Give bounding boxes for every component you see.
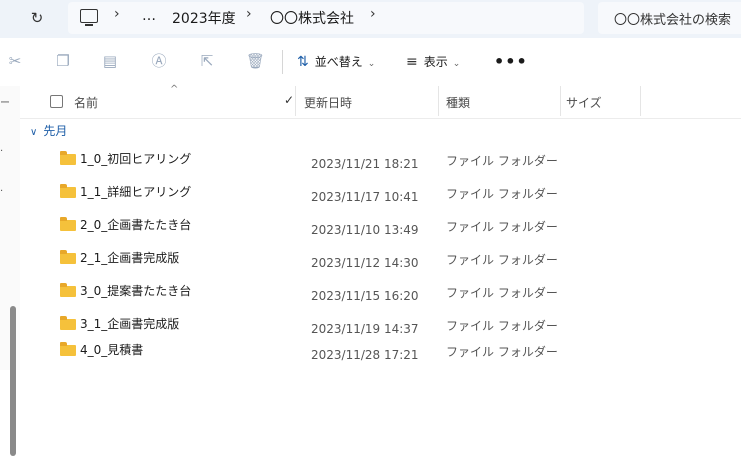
column-header-row: 名前 ^ ✓ 更新日時 種類 サイズ	[20, 84, 741, 119]
column-header-modified[interactable]: 更新日時	[304, 94, 352, 111]
column-divider[interactable]	[438, 86, 439, 116]
scrollbar-thumb[interactable]	[10, 306, 16, 456]
file-modified: 2023/11/10 13:49	[311, 223, 419, 237]
folder-icon	[60, 184, 76, 198]
file-modified: 2023/11/15 16:20	[311, 289, 419, 303]
paste-icon[interactable]: ▤	[101, 52, 119, 70]
list-view-icon: ≡	[406, 54, 418, 70]
rename-icon[interactable]: Ⓐ	[150, 52, 168, 70]
file-modified: 2023/11/17 10:41	[311, 190, 419, 204]
folder-icon	[60, 283, 76, 297]
address-bar: ↻ › … 2023年度 › 〇〇株式会社 › 〇〇株式会社の検索	[0, 0, 741, 38]
navigation-pane-edge: ー · ·	[0, 86, 20, 456]
file-type: ファイル フォルダー	[446, 220, 558, 234]
column-divider[interactable]	[640, 86, 641, 116]
group-label: 先月	[43, 124, 68, 138]
chevron-right-icon[interactable]: ›	[370, 6, 376, 22]
list-item[interactable]: 4_0_見積書 2023/11/28 17:21 ファイル フォルダー	[20, 337, 741, 370]
folder-icon	[60, 316, 76, 330]
file-type: ファイル フォルダー	[446, 345, 558, 359]
computer-icon[interactable]	[80, 9, 98, 26]
column-header-type[interactable]: 種類	[446, 94, 470, 111]
group-header-last-month[interactable]: ∨ 先月	[30, 122, 67, 140]
breadcrumb-item-2023[interactable]: 2023年度	[172, 8, 236, 28]
file-name[interactable]: 1_0_初回ヒアリング	[80, 150, 191, 167]
nav-item-fragment[interactable]: ·	[0, 186, 3, 197]
chevron-right-icon[interactable]: ›	[114, 6, 120, 22]
file-name[interactable]: 4_0_見積書	[80, 341, 143, 358]
breadcrumb-item-company[interactable]: 〇〇株式会社	[270, 8, 354, 28]
chevron-right-icon[interactable]: ›	[246, 6, 252, 22]
file-type: ファイル フォルダー	[446, 253, 558, 267]
column-divider[interactable]	[560, 86, 561, 116]
sort-ascending-icon: ^	[170, 84, 179, 95]
file-type: ファイル フォルダー	[446, 319, 558, 333]
list-item[interactable]: 2_1_企画書完成版 2023/11/12 14:30 ファイル フォルダー	[20, 245, 741, 278]
column-header-name[interactable]: 名前	[74, 94, 98, 111]
share-icon[interactable]: ⇱	[198, 52, 216, 70]
file-type: ファイル フォルダー	[446, 187, 558, 201]
nav-item-fragment[interactable]: ー	[0, 94, 10, 109]
file-type: ファイル フォルダー	[446, 286, 558, 300]
breadcrumb[interactable]: › … 2023年度 › 〇〇株式会社 ›	[68, 2, 584, 34]
file-modified: 2023/11/19 14:37	[311, 322, 419, 336]
list-item[interactable]: 1_0_初回ヒアリング 2023/11/21 18:21 ファイル フォルダー	[20, 146, 741, 179]
sort-button[interactable]: ⇅ 並べ替え ⌄	[297, 50, 375, 74]
scissors-icon[interactable]: ✂	[6, 52, 24, 70]
trash-icon[interactable]: 🗑	[246, 52, 265, 70]
file-name[interactable]: 3_0_提案書たたき台	[80, 282, 191, 299]
list-item[interactable]: 1_1_詳細ヒアリング 2023/11/17 10:41 ファイル フォルダー	[20, 179, 741, 212]
chevron-down-icon: ⌄	[452, 59, 461, 69]
file-modified: 2023/11/12 14:30	[311, 256, 419, 270]
search-input[interactable]: 〇〇株式会社の検索	[614, 9, 731, 28]
folder-icon	[60, 342, 76, 356]
column-header-size[interactable]: サイズ	[566, 94, 602, 111]
file-name[interactable]: 2_0_企画書たたき台	[80, 216, 191, 233]
file-name[interactable]: 1_1_詳細ヒアリング	[80, 183, 191, 200]
file-type: ファイル フォルダー	[446, 154, 558, 168]
folder-icon	[60, 250, 76, 264]
check-icon: ✓	[284, 93, 295, 107]
view-button[interactable]: ≡ 表示 ⌄	[406, 50, 460, 74]
file-name[interactable]: 2_1_企画書完成版	[80, 249, 179, 266]
sort-icon: ⇅	[297, 54, 309, 70]
more-options-button[interactable]: •••	[494, 52, 528, 71]
refresh-icon[interactable]: ↻	[24, 6, 50, 30]
toolbar-divider	[282, 50, 283, 74]
file-name[interactable]: 3_1_企画書完成版	[80, 315, 179, 332]
select-all-checkbox[interactable]	[50, 95, 63, 108]
file-modified: 2023/11/21 18:21	[311, 157, 419, 171]
command-bar: ✂ ❐ ▤ Ⓐ ⇱ 🗑 ⇅ 並べ替え ⌄ ≡ 表示 ⌄ •••	[0, 38, 741, 86]
chevron-down-icon: ⌄	[367, 59, 376, 69]
column-divider[interactable]	[295, 86, 296, 116]
chevron-down-icon: ∨	[30, 127, 38, 138]
breadcrumb-ellipsis[interactable]: …	[142, 8, 156, 24]
search-box[interactable]: 〇〇株式会社の検索	[598, 2, 741, 34]
copy-icon[interactable]: ❐	[54, 52, 72, 70]
folder-icon	[60, 217, 76, 231]
list-item[interactable]: 3_0_提案書たたき台 2023/11/15 16:20 ファイル フォルダー	[20, 278, 741, 311]
folder-icon	[60, 151, 76, 165]
sort-label: 並べ替え	[314, 55, 363, 69]
file-modified: 2023/11/28 17:21	[311, 348, 419, 362]
nav-item-fragment[interactable]: ·	[0, 146, 3, 157]
view-label: 表示	[423, 55, 448, 69]
list-item[interactable]: 2_0_企画書たたき台 2023/11/10 13:49 ファイル フォルダー	[20, 212, 741, 245]
